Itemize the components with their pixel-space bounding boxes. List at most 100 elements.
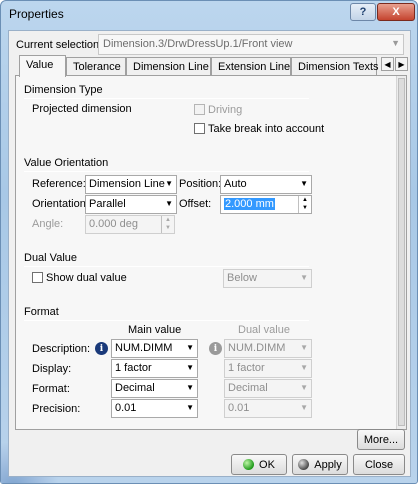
- show-dual-value-label: Show dual value: [46, 272, 127, 284]
- position-combo[interactable]: Auto ▼: [220, 175, 312, 194]
- show-dual-value-checkbox[interactable]: [32, 272, 43, 283]
- angle-spin-buttons[interactable]: ▲ ▼: [161, 216, 174, 233]
- offset-label: Offset:: [179, 198, 212, 210]
- reference-combo[interactable]: Dimension Line ▼: [85, 175, 177, 194]
- title-bar[interactable]: Properties ? X: [1, 1, 417, 29]
- chevron-down-icon: ▼: [165, 179, 173, 188]
- main-precision-combo[interactable]: 0.01 ▼: [111, 399, 198, 418]
- separator: [24, 171, 309, 172]
- tab-extension-line[interactable]: Extension Line: [211, 57, 291, 76]
- panel-scrollbar[interactable]: [396, 76, 406, 429]
- chevron-down-icon: ▼: [300, 383, 308, 392]
- spin-down-icon[interactable]: ▼: [299, 204, 311, 212]
- orientation-value: Parallel: [89, 198, 126, 210]
- dual-precision-combo[interactable]: 0.01 ▼: [224, 399, 312, 418]
- scrollbar-thumb[interactable]: [398, 78, 405, 426]
- dimension-type-heading: Dimension Type: [24, 84, 103, 96]
- help-icon: ?: [359, 6, 367, 18]
- separator: [24, 98, 309, 99]
- ok-button-label: OK: [259, 458, 275, 471]
- value-orientation-heading: Value Orientation: [24, 157, 109, 169]
- tab-scroll-right-button[interactable]: ▶: [395, 57, 408, 71]
- dialog-client-area: Current selection : Dimension.3/DrwDress…: [8, 30, 411, 477]
- chevron-down-icon: ▼: [300, 179, 308, 188]
- chevron-down-icon: ▼: [186, 343, 194, 352]
- tab-value[interactable]: Value: [19, 55, 66, 77]
- chevron-down-icon: ▼: [186, 383, 194, 392]
- ok-button[interactable]: OK: [231, 454, 287, 475]
- dual-value-header: Dual value: [238, 324, 290, 336]
- main-value-header: Main value: [128, 324, 182, 336]
- help-button[interactable]: ?: [350, 3, 376, 21]
- chevron-down-icon: ▼: [165, 199, 173, 208]
- dual-display-combo[interactable]: 1 factor ▼: [224, 359, 312, 378]
- angle-value: 0.000 deg: [89, 218, 138, 230]
- position-value: Auto: [224, 178, 247, 190]
- chevron-down-icon: ▼: [391, 38, 400, 48]
- tab-label: Dimension Texts: [298, 61, 379, 73]
- tab-label: Value: [26, 59, 54, 71]
- current-selection-combo: Dimension.3/DrwDressUp.1/Front view ▼: [98, 34, 404, 55]
- dual-display-value: 1 factor: [228, 362, 265, 374]
- dual-format-combo[interactable]: Decimal ▼: [224, 379, 312, 398]
- tab-label: Dimension Line: [133, 61, 209, 73]
- ok-indicator-icon: [243, 459, 255, 470]
- main-display-value: 1 factor: [115, 362, 152, 374]
- spin-down-icon[interactable]: ▼: [162, 224, 174, 232]
- projected-dimension-label: Projected dimension: [32, 103, 132, 115]
- chevron-down-icon: ▼: [300, 343, 308, 352]
- properties-window: Properties ? X Current selection : Dimen…: [0, 0, 418, 484]
- chevron-down-icon: ▼: [300, 273, 308, 282]
- offset-spinner[interactable]: 2.000 mm ▲ ▼: [220, 195, 312, 214]
- dual-precision-value: 0.01: [228, 402, 250, 414]
- format-label: Format:: [32, 383, 70, 395]
- info-icon[interactable]: i: [95, 342, 108, 355]
- main-precision-value: 0.01: [115, 402, 137, 414]
- info-icon[interactable]: i: [209, 342, 222, 355]
- dual-description-combo[interactable]: NUM.DIMM ▼: [224, 339, 312, 358]
- description-label: Description:: [32, 343, 91, 355]
- more-button[interactable]: More...: [357, 429, 405, 450]
- separator: [24, 320, 309, 321]
- chevron-down-icon: ▼: [300, 363, 308, 372]
- take-break-checkbox[interactable]: [194, 123, 205, 134]
- close-icon: X: [392, 6, 400, 18]
- tab-scroll-left-button[interactable]: ◀: [381, 57, 394, 71]
- current-selection-label: Current selection :: [16, 39, 106, 51]
- tab-dimension-line[interactable]: Dimension Line: [126, 57, 211, 76]
- main-description-value: NUM.DIMM: [115, 342, 173, 354]
- dual-value-heading: Dual Value: [24, 252, 77, 264]
- tab-label: Extension Line: [218, 61, 291, 73]
- main-description-combo[interactable]: NUM.DIMM ▼: [111, 339, 198, 358]
- angle-spinner[interactable]: 0.000 deg ▲ ▼: [85, 215, 175, 234]
- take-break-label: Take break into account: [208, 123, 325, 135]
- main-display-combo[interactable]: 1 factor ▼: [111, 359, 198, 378]
- orientation-label: Orientation:: [32, 198, 89, 210]
- dual-position-value: Below: [227, 272, 257, 284]
- format-heading: Format: [24, 306, 59, 318]
- dual-position-combo[interactable]: Below ▼: [223, 269, 312, 288]
- orientation-combo[interactable]: Parallel ▼: [85, 195, 177, 214]
- separator: [24, 266, 309, 267]
- more-button-label: More...: [363, 433, 399, 446]
- close-window-button[interactable]: X: [377, 3, 415, 21]
- apply-button-label: Apply: [314, 458, 342, 471]
- driving-label: Driving: [208, 104, 243, 116]
- tab-tolerance[interactable]: Tolerance: [66, 57, 126, 76]
- window-title: Properties: [9, 7, 64, 21]
- main-format-combo[interactable]: Decimal ▼: [111, 379, 198, 398]
- offset-spin-buttons[interactable]: ▲ ▼: [298, 196, 311, 213]
- apply-button[interactable]: Apply: [292, 454, 348, 475]
- tab-dimension-texts[interactable]: Dimension Texts: [291, 57, 379, 76]
- spin-up-icon[interactable]: ▲: [299, 196, 311, 204]
- close-button[interactable]: Close: [353, 454, 405, 475]
- driving-checkbox[interactable]: [194, 104, 205, 115]
- spin-up-icon[interactable]: ▲: [162, 216, 174, 224]
- reference-label: Reference:: [32, 178, 86, 190]
- main-format-value: Decimal: [115, 382, 155, 394]
- angle-label: Angle:: [32, 218, 64, 230]
- arrow-left-icon: ◀: [384, 59, 391, 69]
- close-button-label: Close: [364, 458, 394, 471]
- chevron-down-icon: ▼: [186, 403, 194, 412]
- precision-label: Precision:: [32, 403, 81, 415]
